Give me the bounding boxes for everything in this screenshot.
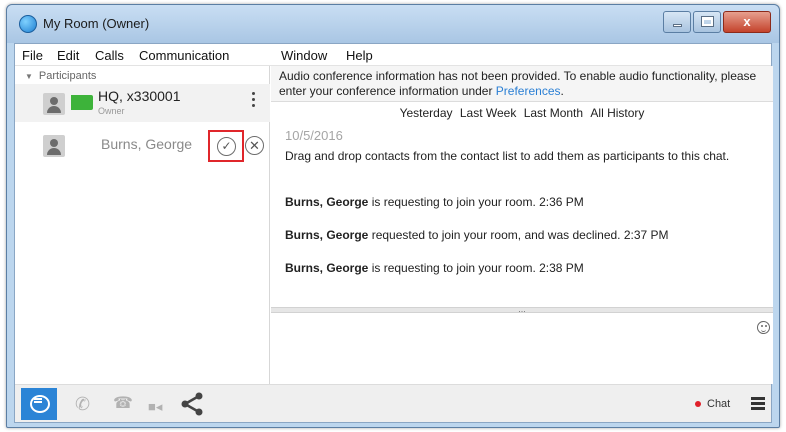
decline-x-icon[interactable]: ✕ [245, 136, 264, 155]
message-text: Drag and drop contacts from the contact … [285, 149, 730, 163]
chat-message: Drag and drop contacts from the contact … [285, 148, 765, 164]
menu-help[interactable]: Help [346, 48, 373, 63]
chat-message: Burns, George is requesting to join your… [285, 194, 765, 210]
more-options-icon[interactable] [252, 92, 256, 110]
menu-edit[interactable]: Edit [57, 48, 79, 63]
video-icon[interactable]: ■◂ [148, 397, 162, 417]
window-title: My Room (Owner) [43, 16, 150, 31]
chat-message: Burns, George is requesting to join your… [285, 260, 765, 276]
deskphone-icon[interactable]: ☎ [113, 394, 133, 414]
approve-checkmark-icon[interactable]: ✓ [217, 137, 236, 156]
menu-file[interactable]: File [22, 48, 43, 63]
participants-panel: ▼ Participants HQ, x330001 Owner Burns, G… [15, 66, 270, 384]
maximize-icon [700, 16, 714, 27]
minimize-button[interactable] [663, 11, 691, 33]
preferences-link[interactable]: Preferences [496, 84, 561, 98]
hamburger-icon[interactable] [751, 397, 765, 411]
history-filter-bar: Yesterday Last Week Last Month All Histo… [271, 106, 773, 120]
chat-icon[interactable] [21, 388, 57, 420]
message-text: requested to join your room, and was dec… [368, 228, 669, 242]
history-all[interactable]: All History [590, 106, 644, 120]
avatar [43, 135, 65, 157]
phone-icon[interactable]: ✆ [75, 394, 90, 414]
chat-message: Burns, George requested to join your roo… [285, 227, 765, 243]
status-dot-icon [695, 401, 701, 408]
menu-communication[interactable]: Communication [139, 48, 229, 63]
participant-name: Burns, George [101, 136, 193, 152]
participant-row[interactable]: HQ, x330001 Owner [15, 84, 270, 122]
chat-panel: Audio conference information has not bee… [271, 66, 773, 384]
banner-end: . [560, 84, 564, 98]
participants-header[interactable]: ▼ Participants [25, 70, 96, 82]
chat-date: 10/5/2016 [285, 128, 343, 143]
message-text: is requesting to join your room. 2:38 PM [368, 261, 584, 275]
share-icon[interactable] [179, 391, 205, 417]
message-compose-area[interactable] [271, 313, 773, 384]
participants-header-label: Participants [38, 70, 97, 82]
participant-row[interactable]: Burns, George ✓ ✕ [15, 126, 270, 164]
avatar [43, 93, 65, 115]
message-sender: Burns, George [285, 195, 369, 209]
close-icon: x [743, 14, 751, 29]
chat-status-indicator[interactable]: Chat [695, 398, 730, 410]
menu-window[interactable]: Window [281, 48, 327, 63]
maximize-button[interactable] [693, 11, 721, 33]
participant-name: HQ, x330001 [98, 88, 181, 104]
chat-status-label: Chat [707, 398, 731, 410]
presence-flag-icon [71, 95, 93, 110]
collapse-triangle-icon: ▼ [25, 72, 33, 81]
menu-calls[interactable]: Calls [95, 48, 124, 63]
history-last-month[interactable]: Last Month [524, 106, 583, 120]
bottom-toolbar: ✆ ☎ ■◂ Chat [15, 384, 771, 422]
app-logo-icon [19, 15, 37, 33]
minimize-icon [672, 24, 682, 27]
emoji-icon[interactable] [757, 321, 770, 334]
close-button[interactable]: x [723, 11, 771, 33]
message-text: is requesting to join your room. 2:36 PM [368, 195, 584, 209]
message-sender: Burns, George [285, 261, 369, 275]
app-window: My Room (Owner) x File Edit Calls Commun… [6, 4, 780, 428]
message-sender: Burns, George [285, 228, 369, 242]
menu-bar: File Edit Calls Communication Window Hel… [15, 44, 771, 66]
audio-info-banner: Audio conference information has not bee… [271, 66, 773, 102]
window-content: File Edit Calls Communication Window Hel… [14, 43, 773, 423]
history-yesterday[interactable]: Yesterday [400, 106, 453, 120]
title-bar[interactable]: My Room (Owner) x [7, 5, 779, 43]
history-last-week[interactable]: Last Week [460, 106, 516, 120]
approve-highlight: ✓ [208, 130, 244, 162]
participant-role: Owner [98, 106, 125, 116]
